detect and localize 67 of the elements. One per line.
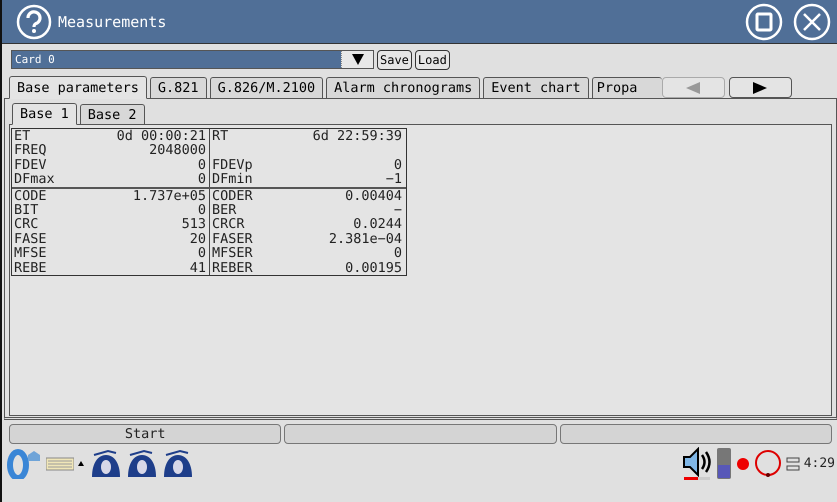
parameter-value: − [394, 202, 402, 218]
parameter-label: FREQ [14, 143, 47, 158]
triangle-icon [686, 82, 700, 94]
parameter-label: CODER [212, 188, 253, 203]
parameter-value: 0 [394, 246, 402, 261]
clock: 4:29 [804, 456, 835, 471]
parameter-value: −1 [386, 172, 402, 187]
dropdown-arrow-icon [352, 54, 364, 65]
parameter-value: 0.0244 [353, 217, 402, 232]
battery-icon[interactable] [716, 447, 732, 480]
parameter-value: 41 [190, 260, 206, 275]
toolbar-button[interactable]: Load [414, 50, 450, 70]
tab[interactable]: Propa [592, 77, 662, 98]
parameter-label: FDEVp [212, 158, 253, 172]
parameter-value: 20 [190, 232, 206, 246]
scroll-right-button[interactable] [728, 77, 792, 98]
parameter-label: REBER [212, 260, 253, 275]
close-icon[interactable] [793, 2, 831, 40]
parameter-value: 2.381e−04 [328, 232, 402, 246]
parameter-label: DFmax [14, 172, 55, 187]
blank-button[interactable] [284, 424, 557, 444]
tab[interactable]: G.826/M.2100 [210, 77, 324, 98]
parameter-value: 0 [394, 158, 402, 172]
window-title: Measurements [58, 12, 168, 30]
parameter-value: 2048000 [149, 143, 206, 158]
parameter-value: 0 [198, 172, 206, 187]
parameter-label: MFSE [14, 246, 47, 261]
parameter-value: 1.737e+05 [132, 188, 206, 203]
window-list-icon[interactable] [786, 456, 800, 472]
tab[interactable]: Base parameters [9, 76, 147, 99]
parameter-value: 0 [198, 202, 206, 218]
tab[interactable]: Event chart [483, 77, 589, 98]
parameter-value: 0 [198, 158, 206, 172]
ring-icon[interactable] [754, 450, 782, 478]
speaker-icon[interactable] [682, 447, 712, 480]
record-dot-icon[interactable] [736, 456, 750, 470]
maximize-icon[interactable] [745, 2, 783, 40]
tab[interactable]: Base 1 [12, 103, 77, 125]
card-dropdown[interactable]: Card 0 [11, 50, 374, 69]
tab[interactable]: Base 2 [80, 104, 145, 124]
parameter-label: FASER [212, 232, 253, 246]
help-icon[interactable] [16, 4, 52, 40]
parameter-label: BER [212, 202, 236, 218]
tab[interactable]: G.821 [150, 77, 207, 98]
parameter-label: RT [212, 129, 228, 144]
tab[interactable]: Alarm chronograms [326, 77, 480, 98]
parameter-label: BIT [14, 202, 38, 218]
start-button[interactable]: Start [9, 424, 282, 444]
triangle-icon [753, 82, 768, 94]
parameter-label: MFSER [212, 246, 253, 261]
parameter-label: ET [14, 129, 30, 144]
parameter-label: CRCR [212, 217, 245, 232]
parameter-label: FDEV [14, 158, 47, 172]
parameter-value: 0 [198, 246, 206, 261]
parameter-value: 0.00404 [345, 188, 402, 203]
parameter-label: FASE [14, 232, 47, 246]
parameter-label: CRC [14, 217, 38, 232]
parameter-label: REBE [14, 260, 47, 275]
parameter-value: 0.00195 [345, 260, 402, 275]
caret-icon[interactable] [78, 461, 84, 466]
parameter-value: 513 [182, 217, 206, 232]
parameter-label: DFmin [212, 172, 253, 187]
app-logo-icon[interactable] [4, 448, 42, 478]
parameter-value: 0d 00:00:21 [116, 129, 206, 144]
parameter-label: CODE [14, 188, 47, 203]
toolbar-button[interactable]: Save [377, 50, 412, 70]
parameter-value: 6d 22:59:39 [312, 129, 402, 144]
